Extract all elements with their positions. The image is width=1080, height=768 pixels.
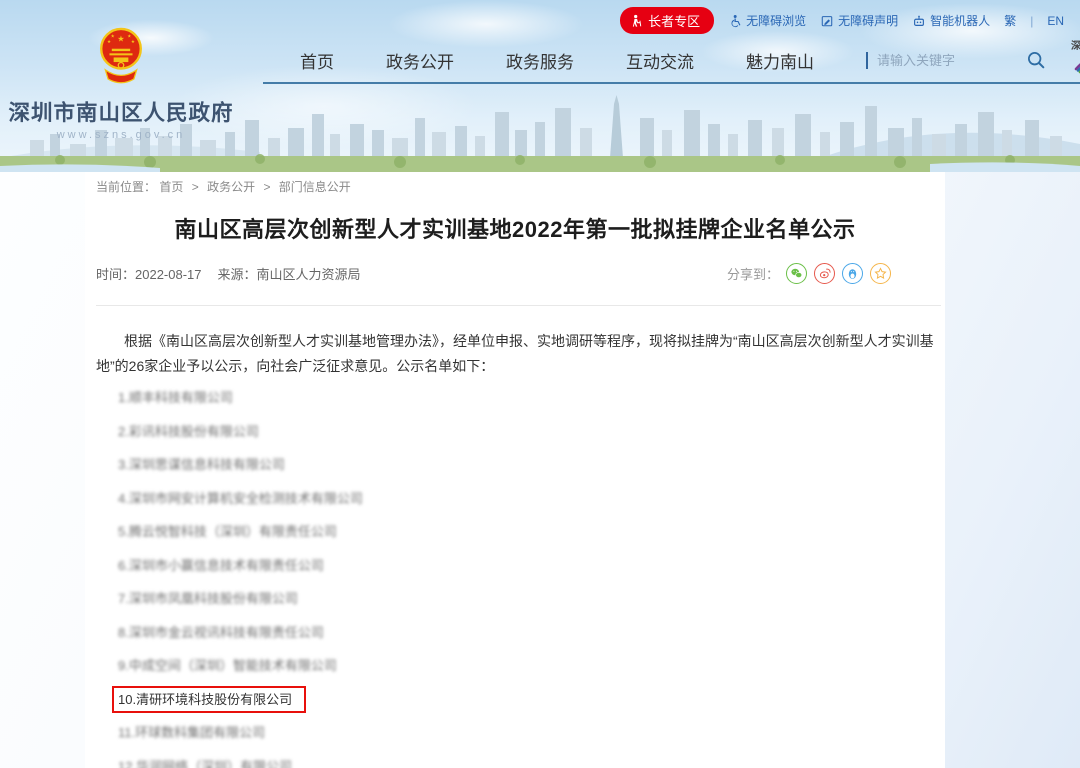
smart-robot-link[interactable]: 智能机器人 [912,12,990,29]
company-name: 11.环球数科集团有限公司 [118,725,265,740]
list-item: 3.深圳思谋信息科技有限公司 [118,448,945,482]
site-logo[interactable]: ★ ★ ★ ★ ★ 深圳市南山区人民政府 www.szns.gov.cn [8,24,234,141]
list-item: 5.腾云悦智科技（深圳）有限责任公司 [118,515,945,549]
list-item: 1.顺丰科技有限公司 [118,381,945,415]
article-meta: 时间：2022-08-17 来源：南山区人力资源局 分享到： [85,262,945,284]
list-item: 7.深圳市凤凰科技股份有限公司 [118,582,945,616]
nav-item-gov-info[interactable]: 政务公开 [386,48,454,73]
header-banner: 长者专区 无障碍浏览 无障碍声明 [0,0,1080,172]
lang-english-link[interactable]: EN [1047,14,1064,28]
nav-item-charm-nanshan[interactable]: 魅力南山 [746,48,814,73]
list-item-highlighted: 10.清研环境科技股份有限公司 [118,683,945,717]
svg-text:深圳: 深圳 [1071,39,1080,52]
site-name: 深圳市南山区人民政府 [8,96,234,127]
article-paragraph: 根据《南山区高层次创新型人才实训基地管理办法》，经单位申报、实地调研等程序，现将… [96,329,934,379]
company-name: 5.腾云悦智科技（深圳）有限责任公司 [118,524,337,539]
share-qq-icon[interactable] [842,263,863,284]
pen-icon [820,14,834,28]
share-weibo-icon[interactable] [814,263,835,284]
share-favorite-icon[interactable] [870,263,891,284]
breadcrumb-prefix: 当前位置： [96,180,156,194]
company-name: 3.深圳思谋信息科技有限公司 [118,457,285,472]
svg-text:★: ★ [111,34,115,39]
content-card: 当前位置： 首页 > 政务公开 > 部门信息公开 南山区高层次创新型人才实训基地… [85,172,945,768]
meta-divider [96,305,941,306]
share-label: 分享到： [727,264,779,283]
main-nav: 首页 政务公开 政务服务 互动交流 魅力南山 深圳 [263,38,1080,84]
shenzhen-china-logo: 深圳 SHENZHEN CHINA www.sz.gov.cn [1068,37,1080,83]
search-icon[interactable] [1026,50,1046,70]
elder-zone-label: 长者专区 [648,11,700,30]
breadcrumb-gov-info[interactable]: 政务公开 [207,180,255,194]
national-emblem-icon: ★ ★ ★ ★ ★ [98,24,144,90]
company-name: 9.中成空间（深圳）智能技术有限公司 [118,658,337,673]
list-item: 8.深圳市金云视讯科技有限责任公司 [118,616,945,650]
list-item: 9.中成空间（深圳）智能技术有限公司 [118,649,945,683]
nav-item-gov-services[interactable]: 政务服务 [506,48,574,73]
site-url: www.szns.gov.cn [8,129,234,141]
robot-icon [912,14,926,28]
company-name: 4.深圳市网安计算机安全检测技术有限公司 [118,491,363,506]
breadcrumb: 当前位置： 首页 > 政务公开 > 部门信息公开 [96,178,945,195]
svg-text:★: ★ [127,34,131,39]
company-name: 7.深圳市凤凰科技股份有限公司 [118,591,298,606]
top-utility-bar: 长者专区 无障碍浏览 无障碍声明 [620,7,1064,34]
publish-time: 时间：2022-08-17 [96,264,202,283]
list-item: 4.深圳市网安计算机安全检测技术有限公司 [118,482,945,516]
list-item: 12.华润网络（深圳）有限公司 [118,750,945,768]
share-bar: 分享到： [727,263,891,284]
accessibility-browse-label: 无障碍浏览 [746,12,806,29]
search-box [866,50,1046,70]
company-name-highlighted: 10.清研环境科技股份有限公司 [112,686,306,713]
breadcrumb-dept-info[interactable]: 部门信息公开 [279,180,351,194]
wheelchair-icon [728,14,742,28]
elder-person-icon [630,14,643,27]
list-item: 2.彩讯科技股份有限公司 [118,415,945,449]
company-name: 8.深圳市金云视讯科技有限责任公司 [118,625,324,640]
company-name: 2.彩讯科技股份有限公司 [118,424,259,439]
svg-text:★: ★ [117,34,124,43]
nav-item-interaction[interactable]: 互动交流 [626,48,694,73]
company-name: 1.顺丰科技有限公司 [118,390,233,405]
share-wechat-icon[interactable] [786,263,807,284]
svg-text:★: ★ [107,39,111,44]
company-name: 12.华润网络（深圳）有限公司 [118,759,292,768]
list-item: 11.环球数科集团有限公司 [118,716,945,750]
elder-zone-button[interactable]: 长者专区 [620,7,714,34]
svg-text:★: ★ [131,39,135,44]
list-item: 6.深圳市小赢信息技术有限责任公司 [118,549,945,583]
accessibility-statement-link[interactable]: 无障碍声明 [820,12,898,29]
breadcrumb-home[interactable]: 首页 [159,180,183,194]
page-background: 当前位置： 首页 > 政务公开 > 部门信息公开 南山区高层次创新型人才实训基地… [0,172,1080,768]
lang-divider: | [1030,14,1033,28]
article-source: 来源：南山区人力资源局 [218,264,361,283]
accessibility-statement-label: 无障碍声明 [838,12,898,29]
company-list: 1.顺丰科技有限公司 2.彩讯科技股份有限公司 3.深圳思谋信息科技有限公司 4… [118,381,945,768]
company-name: 6.深圳市小赢信息技术有限责任公司 [118,558,324,573]
page-title: 南山区高层次创新型人才实训基地2022年第一批拟挂牌企业名单公示 [85,217,945,243]
smart-robot-label: 智能机器人 [930,12,990,29]
search-input[interactable] [866,52,984,69]
accessibility-browse-link[interactable]: 无障碍浏览 [728,12,806,29]
lang-traditional-link[interactable]: 繁 [1004,12,1016,29]
nav-item-home[interactable]: 首页 [300,48,334,73]
